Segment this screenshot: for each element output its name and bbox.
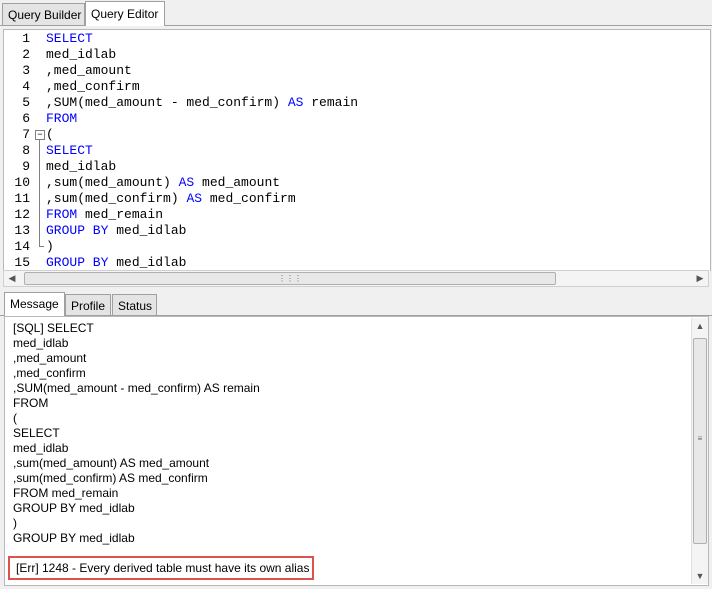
sql-token: med_amount: [194, 175, 281, 190]
error-message: [Err] 1248 - Every derived table must ha…: [16, 561, 310, 575]
sql-keyword: AS: [287, 95, 304, 110]
line-number: 1: [22, 31, 30, 46]
code-text: med_idlab: [46, 159, 116, 175]
horizontal-scroll-thumb[interactable]: ⋮⋮⋮: [24, 272, 556, 285]
message-panel[interactable]: [SQL] SELECT med_idlab ,med_amount ,med_con…: [4, 316, 709, 586]
line-number: 6: [22, 111, 30, 126]
line-number: 14: [14, 239, 30, 254]
arrow-down-icon[interactable]: ▼: [692, 568, 708, 584]
message-line: ): [13, 516, 17, 530]
sql-keyword: GROUP BY: [46, 223, 109, 238]
message-line: ,SUM(med_amount - med_confirm) AS remain: [13, 381, 260, 395]
grip-icon: ≡: [697, 434, 703, 443]
code-text: (: [46, 127, 54, 143]
line-number: 15: [14, 255, 30, 270]
sql-keyword: SELECT: [46, 143, 93, 158]
line-number: 10: [14, 175, 30, 190]
code-text: ,sum(med_confirm) AS med_confirm: [46, 191, 296, 207]
arrow-right-icon[interactable]: ▶: [692, 271, 708, 286]
sql-keyword: FROM: [46, 207, 78, 222]
grip-icon: ⋮⋮⋮: [278, 274, 302, 283]
sql-token: med_idlab: [46, 159, 117, 174]
tab-status[interactable]: Status: [112, 294, 157, 316]
vertical-scroll-thumb[interactable]: ≡: [693, 338, 707, 544]
code-text: FROM med_remain: [46, 207, 163, 223]
code-text: med_idlab: [46, 47, 116, 63]
line-number: 2: [22, 47, 30, 62]
fold-guide-line: [39, 140, 40, 246]
message-line: FROM: [13, 396, 49, 410]
code-text: ,med_amount: [46, 63, 132, 79]
code-text: SELECT: [46, 143, 93, 159]
code-text: GROUP BY med_idlab: [46, 223, 186, 239]
message-line: SELECT: [13, 426, 60, 440]
tab-query-builder[interactable]: Query Builder: [2, 3, 85, 25]
fold-end-marker: [39, 246, 44, 247]
editor-horizontal-scrollbar[interactable]: ◀ ⋮⋮⋮ ▶: [3, 270, 709, 287]
sql-keyword: GROUP BY: [46, 255, 109, 270]
sql-keyword: SELECT: [46, 31, 93, 46]
message-line: [SQL] SELECT: [13, 321, 94, 335]
top-tab-bar: Query Builder Query Editor: [0, 0, 712, 26]
sql-token: ,SUM(med_amount - med_confirm): [46, 95, 288, 110]
sql-editor[interactable]: 1 SELECT 2 med_idlab 3 ,med_amount 4 ,med_confi…: [3, 29, 711, 271]
message-line: med_idlab: [13, 441, 69, 455]
sql-token: (: [46, 127, 54, 142]
line-number: 11: [14, 191, 30, 206]
tab-query-editor[interactable]: Query Editor: [85, 1, 165, 26]
line-number: 8: [22, 143, 30, 158]
message-line: GROUP BY med_idlab: [13, 531, 135, 545]
sql-token: ,med_amount: [46, 63, 132, 78]
sql-keyword: FROM: [46, 111, 78, 126]
line-number: 4: [22, 79, 30, 94]
code-text: FROM: [46, 111, 77, 127]
code-text: ,SUM(med_amount - med_confirm) AS remain: [46, 95, 358, 111]
sql-token: ): [46, 239, 54, 254]
sql-token: med_confirm: [202, 191, 296, 206]
sql-token: med_remain: [77, 207, 164, 222]
sql-keyword: AS: [186, 191, 203, 206]
line-number: 5: [22, 95, 30, 110]
sql-keyword: AS: [178, 175, 195, 190]
sql-token: med_idlab: [108, 255, 187, 270]
code-text: ): [46, 239, 54, 255]
code-text: ,med_confirm: [46, 79, 140, 95]
message-line: ,med_amount: [13, 351, 87, 365]
message-line: GROUP BY med_idlab: [13, 501, 135, 515]
arrow-up-icon[interactable]: ▲: [692, 318, 708, 334]
sql-token: med_idlab: [108, 223, 187, 238]
message-line: med_idlab: [13, 336, 69, 350]
line-number: 7: [22, 127, 30, 142]
message-line: ,sum(med_confirm) AS med_confirm: [13, 471, 208, 485]
code-text: ,sum(med_amount) AS med_amount: [46, 175, 280, 191]
sql-token: ,sum(med_amount): [46, 175, 179, 190]
line-number: 3: [22, 63, 30, 78]
message-line: FROM med_remain: [13, 486, 119, 500]
message-line: (: [13, 411, 17, 425]
sql-token: med_idlab: [46, 47, 117, 62]
line-number: 13: [14, 223, 30, 238]
sql-token: remain: [303, 95, 359, 110]
tab-profile[interactable]: Profile: [65, 294, 111, 316]
code-text: SELECT: [46, 31, 93, 47]
message-line: ,med_confirm: [13, 366, 86, 380]
arrow-left-icon[interactable]: ◀: [4, 271, 20, 286]
tab-message[interactable]: Message: [4, 292, 65, 316]
code-text: GROUP BY med_idlab: [46, 255, 186, 271]
line-number: 12: [14, 207, 30, 222]
fold-minus-icon[interactable]: −: [35, 130, 45, 140]
line-number: 9: [22, 159, 30, 174]
message-vertical-scrollbar[interactable]: ▲ ≡ ▼: [691, 318, 708, 584]
panel-splitter[interactable]: [0, 288, 712, 292]
sql-token: ,med_confirm: [46, 79, 140, 94]
error-highlight-box: [Err] 1248 - Every derived table must ha…: [8, 556, 314, 580]
message-line: ,sum(med_amount) AS med_amount: [13, 456, 210, 470]
sql-token: ,sum(med_confirm): [46, 191, 187, 206]
